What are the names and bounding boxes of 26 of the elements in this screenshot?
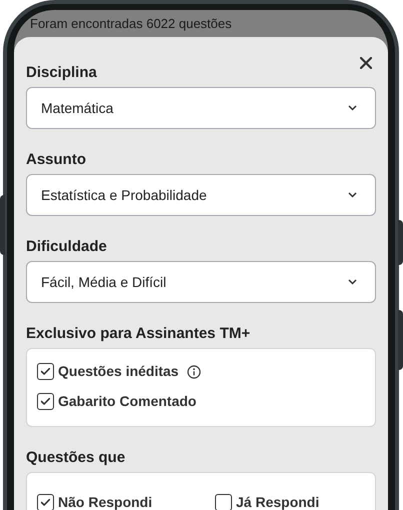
close-icon bbox=[360, 57, 372, 69]
close-button[interactable] bbox=[358, 55, 374, 71]
section-label: Questões que bbox=[26, 448, 126, 468]
section-label: Assunto bbox=[26, 150, 87, 170]
check-icon bbox=[41, 398, 50, 405]
select-field[interactable]: Matemática bbox=[26, 87, 376, 129]
check-icon bbox=[41, 499, 50, 506]
info-icon[interactable] bbox=[186, 364, 201, 378]
section-label: Disciplina bbox=[26, 63, 98, 83]
option-label: Não Respondi bbox=[58, 494, 152, 510]
select-field[interactable]: Fácil, Média e Difícil bbox=[26, 261, 376, 303]
option-label: Questões inéditas bbox=[58, 363, 179, 380]
chevron-down-icon bbox=[348, 105, 357, 111]
checkbox[interactable] bbox=[215, 494, 232, 510]
checkbox[interactable] bbox=[37, 363, 54, 380]
chevron-down-icon bbox=[348, 279, 357, 285]
option-label: Gabarito Comentado bbox=[58, 393, 196, 410]
section-label: Dificuldade bbox=[26, 237, 108, 257]
check-icon bbox=[41, 368, 50, 375]
option-label: Já Respondi bbox=[236, 494, 320, 510]
checkbox[interactable] bbox=[37, 393, 54, 410]
chevron-down-icon bbox=[348, 192, 357, 198]
results-count: Foram encontradas 6022 questões bbox=[29, 15, 233, 33]
select-field[interactable]: Estatística e Probabilidade bbox=[26, 174, 376, 216]
checkbox[interactable] bbox=[37, 494, 54, 510]
section-label: Exclusivo para Assinantes TM+ bbox=[26, 324, 252, 344]
